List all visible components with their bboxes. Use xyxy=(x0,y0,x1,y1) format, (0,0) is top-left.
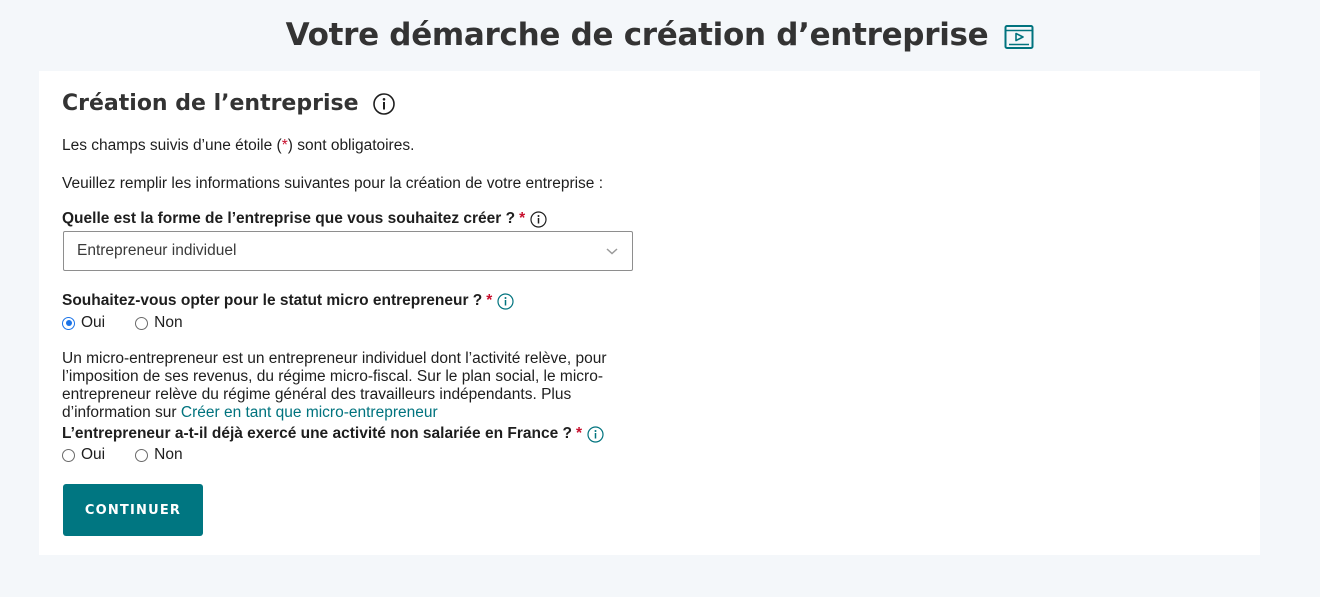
required-fields-note: Les champs suivis d’une étoile (*) sont … xyxy=(62,137,414,155)
radio-label: Oui xyxy=(81,314,106,331)
micro-question-text: Souhaitez-vous opter pour le statut micr… xyxy=(62,292,483,309)
radio-label: Non xyxy=(154,446,183,463)
page-header: Votre démarche de création d’entreprise xyxy=(0,14,1320,56)
radio-label: Non xyxy=(154,314,183,331)
required-star: * xyxy=(519,210,526,227)
exerce-oui-radio[interactable]: Oui xyxy=(62,446,105,464)
exerce-radio-group: Oui Non xyxy=(62,446,183,464)
radio-label: Oui xyxy=(81,446,106,463)
radio-button[interactable] xyxy=(135,316,149,330)
info-icon[interactable] xyxy=(372,92,395,115)
radio-button-checked[interactable] xyxy=(62,316,75,330)
section-heading: Création de l’entreprise xyxy=(62,91,359,116)
info-icon[interactable] xyxy=(587,425,604,443)
required-note-suffix: ) sont obligatoires. xyxy=(287,137,415,154)
forme-question-label: Quelle est la forme de l’entreprise que … xyxy=(62,210,547,228)
required-star: * xyxy=(575,425,583,442)
form-card: Création de l’entreprise Les champs suiv… xyxy=(39,71,1260,555)
forme-question-text: Quelle est la forme de l’entreprise que … xyxy=(62,210,516,227)
info-icon[interactable] xyxy=(497,292,514,310)
micro-question-label: Souhaitez-vous opter pour le statut micr… xyxy=(62,292,514,310)
micro-info-paragraph: Un micro-entrepreneur est un entrepreneu… xyxy=(62,350,642,422)
exerce-question-text: L’entrepreneur a-t-il déjà exercé une ac… xyxy=(62,425,572,442)
required-note-prefix: Les champs suivis d’une étoile ( xyxy=(62,137,282,154)
page-title: Votre démarche de création d’entreprise xyxy=(285,17,989,53)
micro-oui-radio[interactable]: Oui xyxy=(62,314,105,332)
micro-radio-group: Oui Non xyxy=(62,314,183,332)
forme-select-value: Entrepreneur individuel xyxy=(77,242,237,259)
micro-info-link[interactable]: Créer en tant que micro-entrepreneur xyxy=(181,404,438,421)
exerce-question-label: L’entrepreneur a-t-il déjà exercé une ac… xyxy=(62,425,604,443)
video-play-icon[interactable] xyxy=(1004,24,1034,50)
radio-button[interactable] xyxy=(62,448,75,462)
section-title: Création de l’entreprise xyxy=(62,91,395,116)
required-star: * xyxy=(486,292,493,309)
radio-button[interactable] xyxy=(135,448,149,462)
instruction-text: Veuillez remplir les informations suivan… xyxy=(62,175,604,192)
forme-select[interactable]: Entrepreneur individuel xyxy=(63,231,633,271)
info-icon[interactable] xyxy=(530,210,547,228)
micro-non-radio[interactable]: Non xyxy=(135,314,183,332)
chevron-down-icon xyxy=(606,248,618,255)
continue-button[interactable]: CONTINUER xyxy=(63,484,203,536)
exerce-non-radio[interactable]: Non xyxy=(135,446,183,464)
